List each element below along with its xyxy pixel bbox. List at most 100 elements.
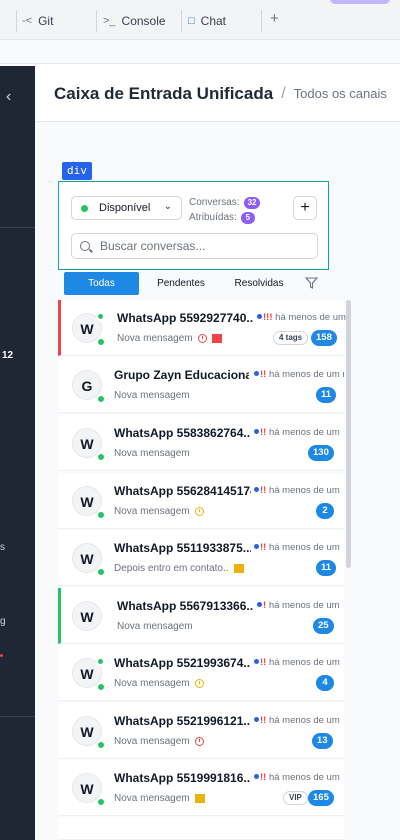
timestamp: !!! há menos de um — [257, 312, 347, 323]
avatar: W — [72, 543, 106, 577]
timestamp: !! há menos de um — [254, 715, 344, 726]
timestamp-text: há menos de um — [268, 600, 340, 611]
unread-count-badge: 25 — [313, 618, 334, 634]
tab-resolvidas[interactable]: Resolvidas — [224, 272, 294, 295]
unread-count-badge: 2 — [316, 503, 334, 519]
unread-count-badge: 165 — [308, 790, 334, 806]
avatar: W — [72, 657, 106, 692]
unread-count-badge: 130 — [308, 445, 334, 461]
atribuidas-label: Atribuídas: — [189, 212, 237, 223]
contact-name: WhatsApp 5521993674... — [114, 656, 251, 670]
tab-divider — [96, 10, 97, 32]
clock-icon — [194, 737, 204, 746]
unread-dot-icon — [254, 429, 259, 434]
unread-dot-icon — [254, 774, 259, 779]
contact-name: WhatsApp 5592927740... — [117, 311, 254, 325]
message-preview: Nova mensagem — [114, 448, 190, 459]
tab-label: Git — [38, 14, 54, 28]
unread-dot-icon — [254, 717, 259, 722]
preview-text: Nova mensagem — [114, 793, 190, 804]
timestamp-text: há menos de um m — [268, 369, 344, 380]
message-preview: Nova mensagem — [114, 793, 205, 804]
timestamp: !! há menos de um — [254, 772, 344, 783]
console-icon: >_ — [103, 15, 116, 27]
breadcrumb-separator: / — [281, 84, 286, 102]
tab-todas[interactable]: Todas — [64, 272, 139, 295]
tab-label: Console — [121, 14, 166, 28]
avatar-initial: W — [80, 321, 94, 337]
priority-icon: ! — [263, 600, 267, 611]
online-status-icon — [96, 797, 106, 807]
avatar: W — [72, 312, 106, 347]
avatar-initial: W — [80, 551, 94, 567]
timestamp-text: há menos de um — [268, 427, 340, 438]
conversation-item[interactable]: W WhatsApp 5521996121... !! há menos de … — [58, 703, 344, 759]
avatar-initial: W — [80, 666, 94, 682]
conversation-list: W WhatsApp 5592927740... !!! há menos de… — [58, 300, 347, 840]
conversation-item[interactable]: W WhatsApp 5519991816... !! há menos de … — [58, 760, 344, 816]
devtools-element-tag: div — [62, 162, 92, 180]
tab-console[interactable]: >_ Console — [103, 8, 166, 34]
avatar-initial: W — [80, 609, 94, 625]
conversation-item[interactable]: W WhatsApp 5567913366... ! há menos de u… — [58, 588, 344, 644]
top-accent-button[interactable] — [330, 0, 390, 4]
message-preview: Nova mensagem — [114, 736, 204, 747]
priority-icon: !! — [260, 369, 267, 380]
availability-select[interactable]: Disponível ⌄ — [71, 196, 182, 220]
collapse-chevron-icon[interactable]: ‹ — [6, 88, 11, 106]
conversation-item[interactable]: W WhatsApp 5583862764... !! há menos de … — [58, 415, 344, 471]
tag-badge[interactable]: 4 tags — [273, 331, 309, 345]
avatar-initial: W — [80, 436, 94, 452]
unread-dot-icon — [254, 371, 259, 376]
tab-divider — [181, 10, 182, 32]
breadcrumb[interactable]: Todos os canais — [294, 86, 387, 101]
sidebar: ‹ 12 s g — [0, 66, 35, 840]
list-scrollbar[interactable] — [346, 300, 351, 568]
priority-icon: !! — [260, 485, 267, 496]
conversation-item[interactable]: W WhatsApp 5592927740... !!! há menos de… — [58, 300, 347, 356]
message-preview: Nova mensagem — [117, 621, 193, 632]
conversation-item[interactable]: W WhatsApp 5521993674... !! há menos de … — [58, 645, 344, 701]
warning-icon — [233, 564, 244, 573]
page-header: Caixa de Entrada Unificada / Todos os ca… — [35, 66, 400, 122]
avatar: G — [72, 370, 106, 404]
inbox-status-panel: Disponível ⌄ Conversas: 32 Atribuídas: 5… — [58, 181, 329, 270]
timestamp-text: há menos de um — [268, 715, 340, 726]
contact-name: WhatsApp 5521996121... — [114, 714, 251, 728]
timestamp: !! há menos de um m — [254, 369, 344, 380]
avatar: W — [72, 428, 106, 462]
sidebar-item-fragment[interactable]: g — [0, 616, 6, 627]
filter-funnel-icon[interactable] — [305, 277, 318, 289]
message-preview: Nova mensagem — [114, 678, 204, 689]
conversation-item[interactable]: W WhatsApp 5511933875... !! há menos de … — [58, 530, 344, 586]
search-input[interactable]: Buscar conversas... — [71, 233, 318, 259]
timestamp-text: há menos de um — [268, 772, 340, 783]
conversation-item[interactable] — [58, 818, 344, 840]
tab-git[interactable]: -< Git — [22, 8, 53, 34]
priority-icon: !! — [260, 427, 267, 438]
priority-icon: !! — [260, 542, 267, 553]
contact-name: WhatsApp 5567913366... — [117, 599, 254, 613]
unread-count-badge: 11 — [316, 387, 337, 403]
timestamp: !! há menos de um — [254, 657, 344, 668]
preview-text: Nova mensagem — [114, 736, 190, 747]
conversation-item[interactable]: W WhatsApp 556284145174 !! há menos de u… — [58, 473, 344, 529]
new-tab-button[interactable]: + — [270, 10, 279, 27]
tab-chat[interactable]: □ Chat — [188, 8, 226, 34]
atribuidas-count-badge: 5 — [240, 211, 255, 224]
preview-text: Nova mensagem — [117, 333, 193, 344]
timestamp-text: há menos de um — [268, 657, 340, 668]
unread-dot-icon — [257, 602, 262, 607]
unread-count-badge: 13 — [312, 733, 333, 749]
avatar-initial: G — [81, 378, 93, 394]
tag-badge[interactable]: VIP — [283, 791, 308, 805]
new-conversation-button[interactable]: + — [293, 196, 317, 220]
online-status-icon — [96, 657, 105, 666]
tab-pendentes[interactable]: Pendentes — [146, 272, 216, 295]
preview-text: Nova mensagem — [117, 621, 193, 632]
sidebar-divider — [0, 227, 35, 228]
unread-dot-icon — [254, 544, 259, 549]
sidebar-item-fragment[interactable]: s — [0, 542, 5, 553]
conversation-item[interactable]: G Grupo Zayn Educacional !! há menos de … — [58, 357, 344, 413]
warning-icon — [194, 794, 205, 803]
